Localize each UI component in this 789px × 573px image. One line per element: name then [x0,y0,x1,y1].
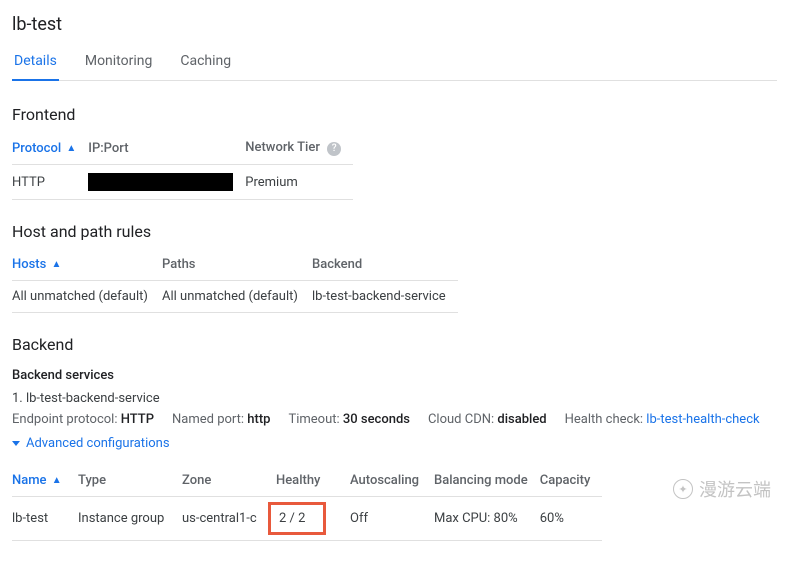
cell-zone: us-central1-c [182,497,276,541]
frontend-heading: Frontend [12,105,777,124]
col-protocol-label: Protocol [12,141,61,156]
cell-name: lb-test [12,497,78,541]
tab-details[interactable]: Details [12,45,59,81]
health-check-link[interactable]: lb-test-health-check [646,412,759,427]
meta-endpoint-protocol: Endpoint protocol: HTTP [12,412,154,427]
advanced-configurations-toggle[interactable]: Advanced configurations [12,436,170,451]
col-type[interactable]: Type [78,465,182,497]
col-capacity[interactable]: Capacity [540,465,603,497]
cell-protocol: HTTP [12,165,88,200]
col-name-label: Name [12,473,47,488]
col-paths[interactable]: Paths [162,249,312,281]
col-network-tier-label: Network Tier [245,140,320,155]
cell-paths: All unmatched (default) [162,281,312,313]
col-name[interactable]: Name ▲ [12,465,78,497]
backend-meta: Endpoint protocol: HTTP Named port: http… [12,412,777,427]
sort-asc-icon: ▲ [52,475,62,486]
cell-autoscaling: Off [350,497,434,541]
meta-cloud-cdn: Cloud CDN: disabled [428,412,547,427]
meta-named-port: Named port: http [172,412,270,427]
frontend-row: HTTP Premium [12,165,353,200]
watermark: ✦ 漫游云端 [673,476,771,502]
cell-ipport [88,165,245,200]
col-ipport[interactable]: IP:Port [88,132,245,165]
sort-asc-icon: ▲ [52,259,62,270]
col-balancing[interactable]: Balancing mode [434,465,540,497]
col-zone[interactable]: Zone [182,465,276,497]
rules-row: All unmatched (default) All unmatched (d… [12,281,458,313]
backend-heading: Backend [12,335,777,354]
col-hosts[interactable]: Hosts ▲ [12,249,162,281]
col-backend[interactable]: Backend [312,249,458,281]
cell-network-tier: Premium [245,165,353,200]
cell-balancing: Max CPU: 80% [434,497,540,541]
col-network-tier[interactable]: Network Tier ? [245,132,353,165]
advanced-label: Advanced configurations [26,436,170,451]
cell-healthy: 2 / 2 [276,497,350,541]
tab-caching[interactable]: Caching [178,45,233,81]
wechat-icon: ✦ [673,479,693,499]
cell-backend: lb-test-backend-service [312,281,458,313]
cell-hosts: All unmatched (default) [12,281,162,313]
redacted-ip [88,173,233,191]
watermark-text: 漫游云端 [699,476,771,502]
tab-monitoring[interactable]: Monitoring [83,45,155,81]
rules-table: Hosts ▲ Paths Backend All unmatched (def… [12,249,458,313]
tab-bar: Details Monitoring Caching [12,45,777,81]
page-title: lb-test [12,14,777,35]
col-autoscaling[interactable]: Autoscaling [350,465,434,497]
meta-timeout: Timeout: 30 seconds [288,412,410,427]
healthy-value: 2 / 2 [279,511,305,526]
frontend-table: Protocol ▲ IP:Port Network Tier ? HTTP P… [12,132,353,200]
cell-capacity: 60% [540,497,603,541]
backend-row: lb-test Instance group us-central1-c 2 /… [12,497,602,541]
healthy-highlight: 2 / 2 [268,502,326,535]
sort-asc-icon: ▲ [66,143,76,154]
backend-service-name: 1. lb-test-backend-service [12,391,777,406]
col-protocol[interactable]: Protocol ▲ [12,132,88,165]
rules-heading: Host and path rules [12,222,777,241]
cell-type: Instance group [78,497,182,541]
col-healthy[interactable]: Healthy [276,465,350,497]
backends-table: Name ▲ Type Zone Healthy Autoscaling Bal… [12,465,602,541]
meta-health-check: Health check: lb-test-health-check [565,412,760,427]
backend-services-sub: Backend services [12,368,777,383]
chevron-down-icon [12,441,20,446]
col-hosts-label: Hosts [12,257,46,272]
help-icon[interactable]: ? [327,142,341,156]
